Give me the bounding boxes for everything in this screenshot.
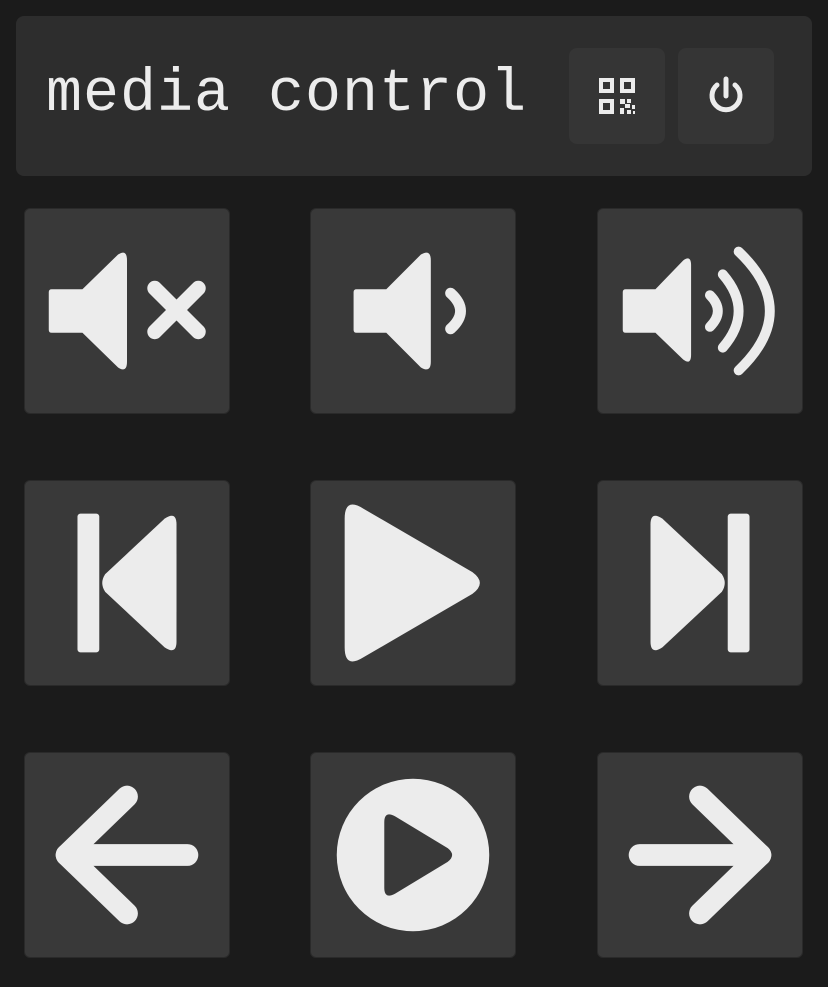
qr-code-button[interactable]: [569, 48, 665, 144]
power-icon: [709, 76, 743, 113]
qr-code-icon: [599, 78, 635, 114]
back-button[interactable]: [24, 752, 230, 958]
volume-low-icon: [353, 252, 466, 370]
arrow-left-icon: [55, 785, 199, 925]
arrow-right-icon: [628, 785, 772, 925]
next-track-button[interactable]: [597, 480, 803, 686]
volume-high-icon: [622, 246, 775, 376]
volume-up-button[interactable]: [597, 208, 803, 414]
power-button[interactable]: [678, 48, 774, 144]
play-button[interactable]: [310, 480, 516, 686]
volume-mute-icon: [48, 252, 206, 370]
forward-button[interactable]: [597, 752, 803, 958]
play-pause-button[interactable]: [310, 752, 516, 958]
skip-next-icon: [650, 513, 750, 653]
play-circle-icon: [336, 778, 490, 932]
play-icon: [344, 504, 480, 662]
header-panel: media control: [16, 16, 812, 176]
skip-previous-icon: [77, 513, 177, 653]
mute-button[interactable]: [24, 208, 230, 414]
page-title: media control: [46, 61, 528, 129]
volume-down-button[interactable]: [310, 208, 516, 414]
previous-track-button[interactable]: [24, 480, 230, 686]
